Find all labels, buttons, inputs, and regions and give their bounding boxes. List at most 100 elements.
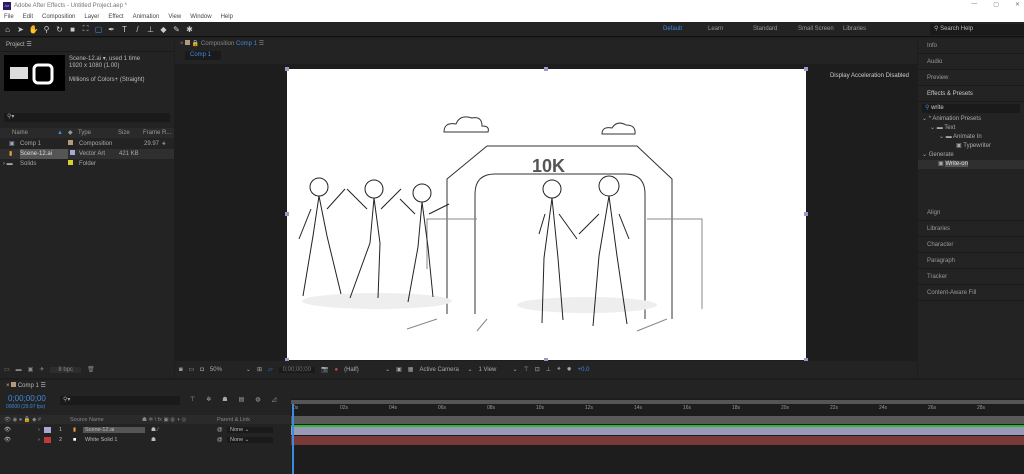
visibility-icon[interactable]: 👁 bbox=[0, 427, 38, 433]
panel-character[interactable]: Character bbox=[918, 237, 1024, 253]
frame-blending-icon[interactable]: ▤ bbox=[239, 396, 245, 403]
layer-name[interactable]: White Solid 1 bbox=[83, 437, 145, 443]
panel-audio[interactable]: Audio bbox=[918, 54, 1024, 70]
snapshot-icon[interactable]: 📷 bbox=[321, 366, 328, 373]
parent-dropdown[interactable]: None ⌄ bbox=[227, 436, 273, 443]
zoom-tool-icon[interactable]: ⚲ bbox=[41, 25, 52, 34]
menu-effect[interactable]: Effect bbox=[108, 14, 123, 20]
pan-behind-icon[interactable]: ⛶ bbox=[80, 24, 91, 34]
composition-viewer[interactable]: Display Acceleration Disabled 10K bbox=[175, 64, 917, 362]
selection-tool-icon[interactable]: ➤ bbox=[15, 25, 26, 34]
project-search-input[interactable]: ⚲▾ bbox=[4, 113, 170, 122]
resize-handle[interactable] bbox=[285, 212, 289, 216]
render-queue-icon[interactable]: ✈ bbox=[39, 366, 44, 373]
timeline-tracks[interactable]: 0s 02s 04s 06s 08s 10s 12s 14s 16s 18s 20s 22s 24s 26… bbox=[291, 398, 1024, 474]
work-area[interactable] bbox=[291, 416, 1024, 424]
minimize-button[interactable]: — bbox=[971, 1, 977, 8]
roto-brush-icon[interactable]: ✎ bbox=[171, 25, 182, 34]
flowchart-icon[interactable]: ⚹ bbox=[162, 139, 166, 149]
bpc-button[interactable]: 8 bpc bbox=[50, 366, 82, 373]
comp-name-link[interactable]: Comp 1 bbox=[236, 41, 257, 47]
exposure-value[interactable]: +0.0 bbox=[578, 367, 590, 373]
project-item-comp[interactable]: ▣ Comp 1 Composition 29.97 ⚹ bbox=[0, 139, 174, 149]
new-comp-icon[interactable]: ▣ bbox=[28, 366, 34, 373]
project-panel-title[interactable]: Project ☰ bbox=[0, 38, 174, 52]
always-preview-icon[interactable]: ◙ bbox=[179, 367, 183, 373]
trash-icon[interactable]: 🗑 bbox=[87, 366, 95, 373]
puppet-pin-icon[interactable]: ✱ bbox=[184, 25, 195, 34]
col-parent-link[interactable]: Parent & Link bbox=[217, 417, 250, 423]
layer-bar-1[interactable] bbox=[291, 427, 1024, 435]
col-size[interactable]: Size bbox=[118, 128, 143, 138]
workspace-learn[interactable]: Learn bbox=[708, 26, 753, 32]
effects-search-input[interactable]: ⚲ write bbox=[922, 104, 1020, 113]
camera-tool-icon[interactable]: ■ bbox=[67, 25, 78, 34]
rotate-tool-icon[interactable]: ↻ bbox=[54, 25, 65, 34]
menu-help[interactable]: Help bbox=[221, 14, 233, 20]
workspace-libraries[interactable]: Libraries bbox=[843, 26, 888, 32]
playhead[interactable] bbox=[292, 404, 294, 474]
flowchart-icon[interactable]: ⚹ bbox=[557, 366, 561, 373]
menu-file[interactable]: File bbox=[4, 14, 14, 20]
resize-handle[interactable] bbox=[804, 212, 808, 216]
visibility-icon[interactable]: 👁 bbox=[0, 437, 38, 443]
menu-view[interactable]: View bbox=[168, 14, 181, 20]
timeline-icon[interactable]: ⊥ bbox=[546, 366, 551, 373]
interpret-footage-icon[interactable]: ▭ bbox=[4, 366, 10, 373]
viewer-timecode[interactable]: 0;00;00;00 bbox=[278, 366, 315, 373]
panel-libraries[interactable]: Libraries bbox=[918, 221, 1024, 237]
resize-handle[interactable] bbox=[804, 67, 808, 71]
tree-typewriter[interactable]: ▣ Typewriter bbox=[918, 142, 1024, 151]
close-button[interactable]: ✕ bbox=[1015, 1, 1020, 8]
draft-3d-icon[interactable]: ✲ bbox=[206, 396, 211, 403]
mask-visibility-icon[interactable]: ▱ bbox=[268, 366, 273, 373]
menu-edit[interactable]: Edit bbox=[23, 14, 33, 20]
vr-icon[interactable]: ◘ bbox=[200, 367, 204, 373]
rectangle-tool-icon[interactable]: ▢ bbox=[93, 25, 104, 34]
col-type[interactable]: Type bbox=[78, 128, 118, 138]
motion-blur-icon[interactable]: ◍ bbox=[255, 396, 260, 403]
title-safe-icon[interactable]: ⊞ bbox=[257, 366, 262, 373]
graph-editor-icon[interactable]: ◿ bbox=[272, 396, 277, 403]
resize-handle[interactable] bbox=[544, 67, 548, 71]
col-source-name[interactable]: Source Name bbox=[70, 417, 142, 423]
hand-tool-icon[interactable]: ✋ bbox=[28, 25, 39, 34]
time-ruler[interactable]: 0s 02s 04s 06s 08s 10s 12s 14s 16s 18s 20s 22s 24s 26… bbox=[291, 404, 1024, 414]
label-color[interactable] bbox=[44, 426, 51, 433]
pixel-aspect-icon[interactable]: ⊤ bbox=[524, 366, 529, 373]
view-layout-dropdown[interactable]: 1 View bbox=[478, 367, 506, 373]
menu-animation[interactable]: Animation bbox=[133, 14, 160, 20]
menu-composition[interactable]: Composition bbox=[42, 14, 75, 20]
timeline-tab[interactable]: × Comp 1 ☰ bbox=[0, 380, 1024, 392]
fast-preview-icon[interactable]: ⊡ bbox=[535, 366, 540, 373]
workspace-standard[interactable]: Standard bbox=[753, 26, 798, 32]
panel-content-aware-fill[interactable]: Content-Aware Fill bbox=[918, 285, 1024, 301]
resize-handle[interactable] bbox=[285, 67, 289, 71]
workspace-default[interactable]: Default bbox=[663, 26, 708, 32]
label-color[interactable] bbox=[68, 160, 73, 165]
project-item-scene[interactable]: ▮ Scene-12.ai Vector Art 421 KB bbox=[0, 149, 174, 159]
zoom-dropdown[interactable]: 50% bbox=[210, 367, 240, 373]
exposure-icon[interactable]: ✹ bbox=[567, 366, 572, 373]
col-frame-rate[interactable]: Frame R... bbox=[143, 128, 171, 138]
tree-animation-presets[interactable]: ⌄ * Animation Presets bbox=[918, 115, 1024, 124]
layer-bar-2[interactable] bbox=[291, 436, 1024, 445]
layer-row-2[interactable]: 👁 › 2 ■ White Solid 1 ☗ @ None ⌄ bbox=[0, 435, 290, 444]
panel-effects-presets[interactable]: Effects & Presets bbox=[918, 86, 1024, 102]
maximize-button[interactable]: ▢ bbox=[993, 1, 999, 8]
tree-animate-in-folder[interactable]: ⌄ ▬ Animate In bbox=[918, 133, 1024, 142]
label-color[interactable] bbox=[44, 436, 51, 443]
pen-tool-icon[interactable]: ✒ bbox=[106, 25, 117, 34]
tree-write-on[interactable]: ▣ Write-on bbox=[918, 160, 1024, 169]
monitor-icon[interactable]: ▭ bbox=[189, 366, 195, 373]
region-of-interest-icon[interactable]: ▣ bbox=[396, 366, 402, 373]
eraser-icon[interactable]: ◆ bbox=[158, 25, 169, 34]
comp-canvas[interactable]: 10K bbox=[287, 69, 806, 360]
comp-mini-flowchart-icon[interactable]: ⊤ bbox=[190, 396, 195, 403]
menu-layer[interactable]: Layer bbox=[84, 14, 99, 20]
home-icon[interactable]: ⌂ bbox=[2, 25, 13, 34]
camera-dropdown[interactable]: Active Camera bbox=[419, 367, 461, 373]
menu-window[interactable]: Window bbox=[190, 14, 211, 20]
col-name[interactable]: Name bbox=[0, 128, 57, 138]
tab-comp-1[interactable]: Comp 1 bbox=[185, 51, 221, 60]
